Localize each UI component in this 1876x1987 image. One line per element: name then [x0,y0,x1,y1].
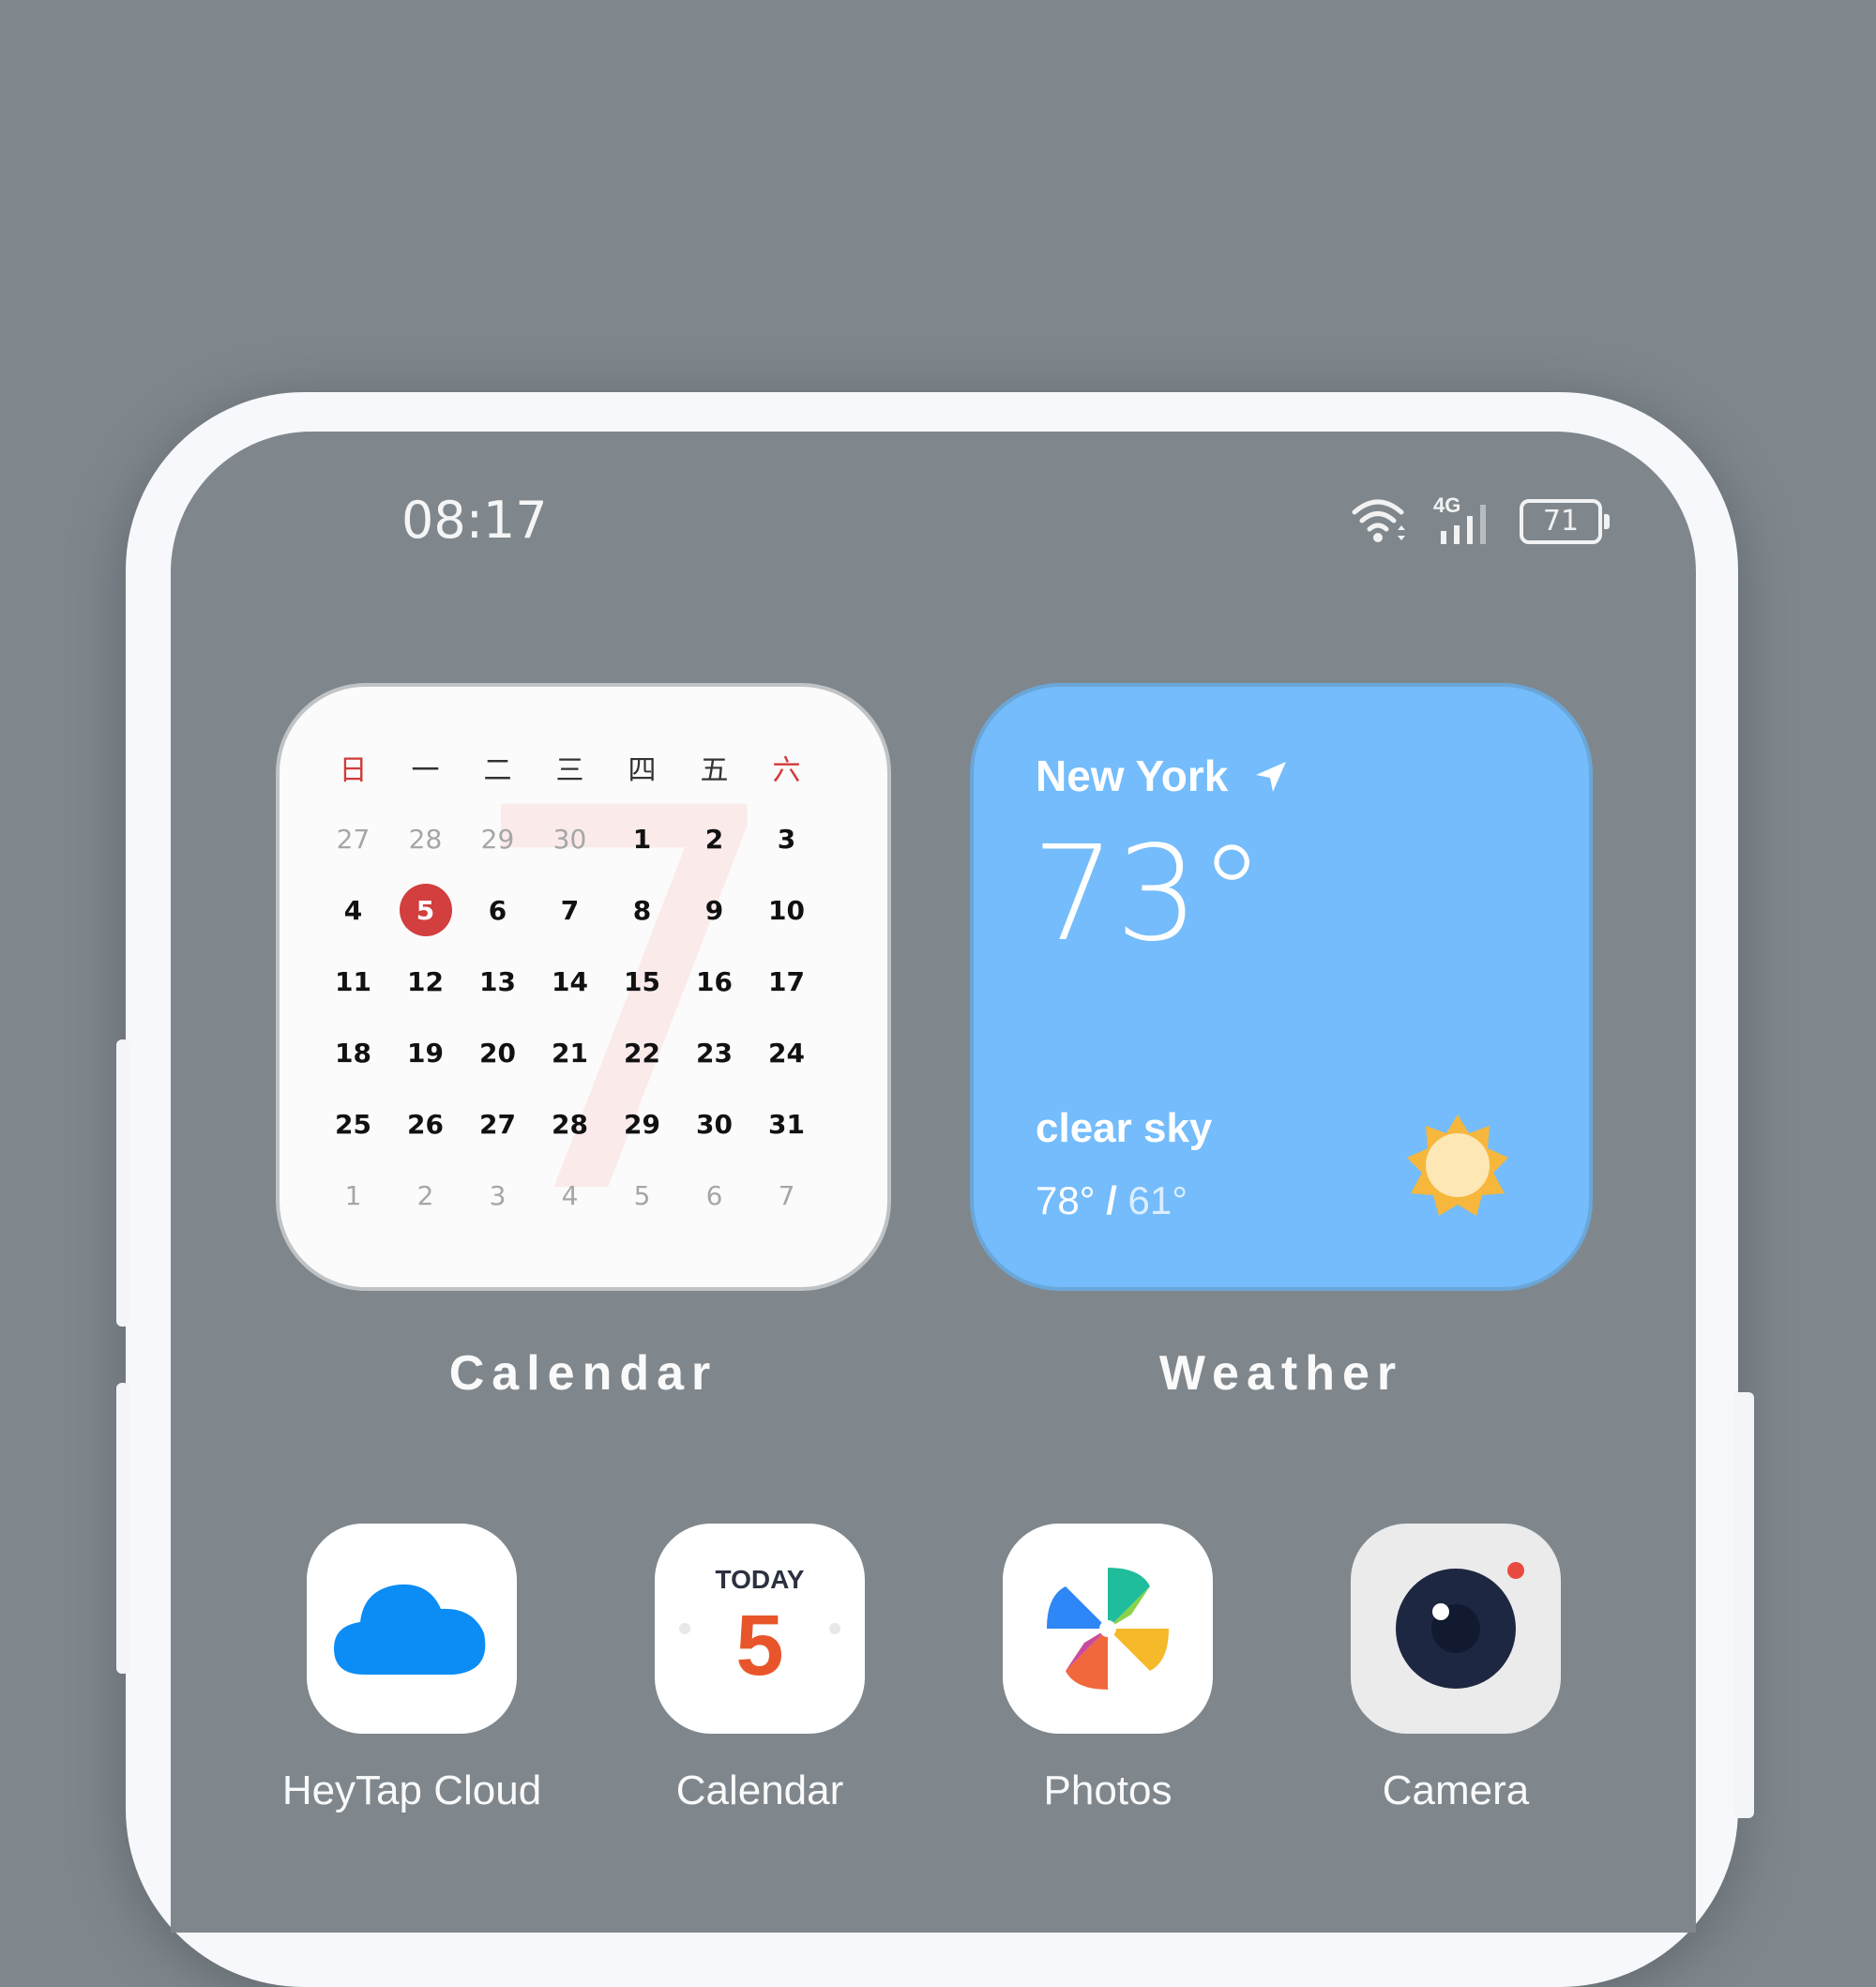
calendar-day: 8 [632,894,652,926]
calendar-day: 21 [552,1037,588,1069]
calendar-day: 7 [778,1179,795,1211]
calendar-day: 28 [408,823,443,855]
cellular-signal-icon: 4G [1433,493,1495,546]
calendar-widget-label: Calendar [448,1346,719,1401]
calendar-day: 3 [777,823,796,855]
weather-location: New York [1036,751,1289,805]
weather-separator: / [1106,1178,1117,1222]
app-label: HeyTap Cloud [281,1767,542,1813]
calendar-icon-today-text: TODAY [715,1565,805,1594]
calendar-day: 22 [624,1037,660,1069]
calendar-day: 28 [552,1108,588,1140]
calendar-day: 1 [632,823,652,855]
calendar-day: 17 [768,965,805,997]
calendar-day: 6 [488,894,507,926]
calendar-day: 10 [768,894,805,926]
weather-widget[interactable]: New York 73° clear sky 78° / 61° [970,683,1593,1291]
calendar-day: 27 [336,823,371,855]
calendar-day: 20 [479,1037,516,1069]
weather-high: 78° [1036,1178,1096,1222]
calendar-day: 26 [407,1108,444,1140]
app-label: Calendar [675,1767,844,1813]
calendar-day: 23 [696,1037,733,1069]
calendar-day: 13 [479,965,516,997]
calendar-day: 7 [560,894,580,926]
weekday-header: 一 [411,755,440,786]
status-time: 08:17 [401,491,548,550]
weekday-header: 三 [555,755,584,786]
weekday-header: 二 [483,755,512,786]
weather-low: 61° [1127,1178,1188,1222]
calendar-day: 16 [696,965,733,997]
pinwheel-icon[interactable] [1003,1524,1213,1734]
app-photos[interactable]: Photos [1000,1524,1216,1814]
volume-up-button[interactable] [116,1039,129,1327]
calendar-day: 27 [479,1108,516,1140]
app-label: Photos [1043,1767,1172,1813]
calendar-day: 6 [705,1179,723,1211]
weekday-header: 四 [628,755,657,786]
weather-high-low: 78° / 61° [1036,1178,1188,1223]
calendar-grid: 日一二三四五六 27 28 29 30 1 2 3 4 5 6 7 8 9 10 11 12 13 14 15 16 17… [317,732,824,1231]
calendar-day: 15 [624,965,660,997]
power-button[interactable] [1733,1392,1754,1818]
calendar-day: 4 [343,894,363,926]
weather-widget-label: Weather [1158,1346,1404,1401]
calendar-day: 29 [624,1108,660,1140]
camera-lens-icon[interactable] [1351,1524,1561,1734]
weekday-header: 日 [339,755,368,786]
calendar-day: 24 [768,1037,805,1069]
weather-temperature: 73° [1032,818,1265,971]
app-camera[interactable]: Camera [1348,1524,1564,1814]
battery-icon: 71 [1520,499,1610,544]
location-arrow-icon [1253,754,1289,805]
status-icons: 4G 71 [1351,493,1610,549]
app-calendar[interactable]: TODAY 5 Calendar [652,1524,868,1814]
calendar-day: 2 [416,1179,434,1211]
calendar-ring-right [829,1623,840,1634]
calendar-day: 9 [704,894,724,926]
wifi-icon [1351,495,1409,549]
calendar-day: 3 [489,1179,507,1211]
calendar-day: 19 [407,1037,444,1069]
calendar-day: 1 [344,1179,362,1211]
calendar-widget[interactable]: 7 日一二三四五六 27 28 29 30 1 2 3 4 5 6 7 8 9 10 11 12 13 14 15 16… [276,683,891,1291]
app-label: Camera [1382,1767,1530,1813]
home-screen: 08:17 4G 71 7 日一二三四五六 27 28 29 30 1 2 3 4 5 6 7 8 9 1 [171,432,1696,1933]
calendar-icon-date: 5 [735,1598,784,1693]
calendar-day: 11 [335,965,371,997]
sun-icon [1403,1111,1512,1224]
volume-down-button[interactable] [116,1383,129,1674]
calendar-day: 5 [633,1179,651,1211]
weekday-header: 六 [772,755,801,786]
calendar-day: 4 [561,1179,579,1211]
calendar-day: 12 [407,965,444,997]
calendar-day: 29 [480,823,515,855]
app-heytap-cloud[interactable]: HeyTap Cloud [282,1524,541,1814]
weather-condition: clear sky [1036,1105,1213,1151]
weather-city: New York [1036,751,1229,800]
calendar-day: 31 [768,1108,805,1140]
calendar-day: 18 [335,1037,371,1069]
calendar-day: 25 [335,1108,371,1140]
cloud-icon[interactable] [307,1524,517,1734]
calendar-day: 14 [552,965,588,997]
calendar-ring-left [679,1623,690,1634]
calendar-day: 2 [704,823,724,855]
calendar-day: 30 [552,823,587,855]
calendar-today-icon[interactable]: TODAY 5 [655,1524,865,1734]
calendar-day: 30 [696,1108,733,1140]
calendar-today-day: 5 [399,884,452,936]
weekday-header: 五 [700,755,729,786]
